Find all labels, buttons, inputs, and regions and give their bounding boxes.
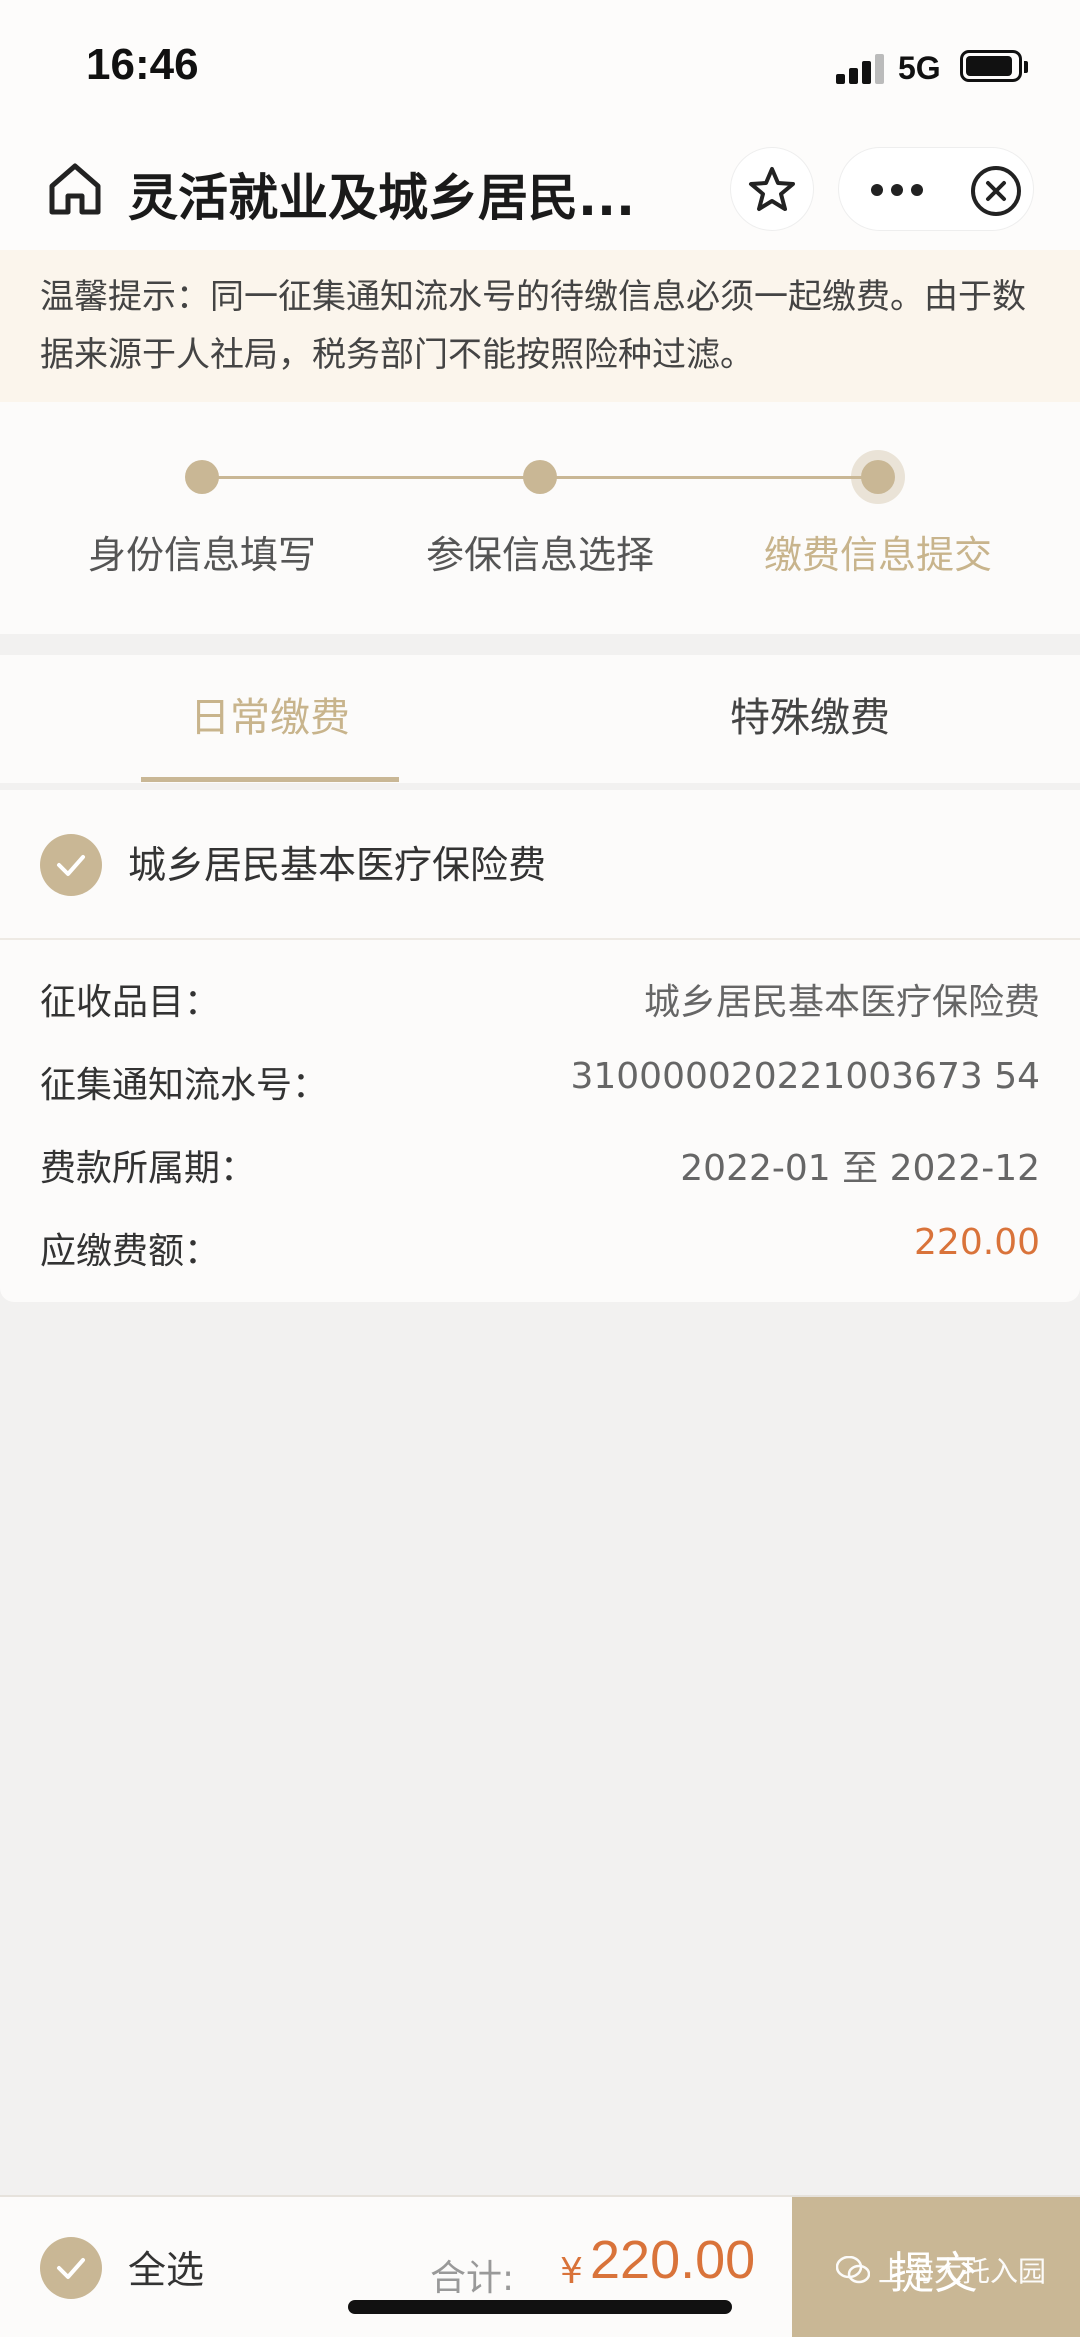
item-checkbox[interactable]: [40, 834, 102, 896]
step-dot-active: [851, 450, 905, 504]
step-label: 身份信息填写: [87, 533, 316, 577]
select-all-label[interactable]: 全选: [128, 2239, 204, 2294]
detail-label: 征集通知流水号：: [40, 1065, 329, 1106]
signal-icon: [836, 52, 884, 84]
watermark: 上海大托入园: [836, 2250, 1046, 2290]
more-icon[interactable]: [869, 174, 925, 206]
status-time: 16:46: [86, 40, 199, 89]
step-connector: [202, 476, 540, 479]
step-dot: [523, 460, 557, 494]
watermark-text: 上海大托入园: [878, 2255, 1047, 2288]
currency-symbol: ¥: [560, 2251, 583, 2292]
star-icon: [749, 167, 795, 211]
network-type: 5G: [898, 50, 941, 86]
detail-row: 应缴费额： 220.00: [40, 1222, 1040, 1282]
page: 16:46 5G 灵活就业及城乡居民... 温馨提示：同一征集通知流水号的待缴信…: [0, 0, 1080, 2337]
home-indicator[interactable]: [348, 2300, 732, 2314]
detail-label: 费款所属期：: [40, 1148, 257, 1189]
detail-row: 征收品目： 城乡居民基本医疗保险费: [40, 973, 1040, 1033]
step-connector: [540, 476, 878, 479]
check-icon: [57, 2258, 85, 2279]
total-amount: 220.00: [590, 2230, 756, 2290]
tab-underline: [141, 777, 399, 782]
item-header[interactable]: 城乡居民基本医疗保险费: [0, 790, 1080, 940]
page-title: 灵活就业及城乡居民...: [128, 169, 635, 227]
close-icon[interactable]: [969, 164, 1023, 218]
nav-bar: 灵活就业及城乡居民...: [0, 130, 1080, 250]
step-label: 参保信息选择: [425, 533, 654, 577]
detail-label: 征收品目：: [40, 982, 221, 1023]
home-icon[interactable]: [44, 158, 106, 220]
menu-capsule: [838, 147, 1034, 231]
step-dot: [185, 460, 219, 494]
select-all-checkbox[interactable]: [40, 2237, 102, 2299]
tab-special-payment[interactable]: 特殊缴费: [540, 685, 1080, 743]
item-details: 征收品目： 城乡居民基本医疗保险费 征集通知流水号： 3100000202210…: [0, 940, 1080, 1302]
detail-value: 城乡居民基本医疗保险费: [643, 982, 1040, 1023]
detail-value: 310000020221003673 54: [570, 1056, 1040, 1097]
status-bar: 16:46 5G: [0, 0, 1080, 130]
progress-steps: 身份信息填写 参保信息选择 缴费信息提交: [0, 402, 1080, 634]
battery-icon: [960, 50, 1028, 82]
detail-label: 应缴费额：: [40, 1231, 221, 1272]
favorite-button[interactable]: [730, 147, 814, 231]
detail-row: 征集通知流水号： 310000020221003673 54: [40, 1056, 1040, 1116]
total-label: 合计:: [430, 2258, 515, 2299]
tab-bar: 日常缴费 特殊缴费: [0, 655, 1080, 783]
detail-value: 2022-01 至 2022-12: [680, 1148, 1040, 1189]
tab-daily-payment[interactable]: 日常缴费: [0, 685, 540, 743]
step-label-active: 缴费信息提交: [763, 533, 992, 577]
wechat-icon: [836, 2256, 870, 2284]
amount-due: 220.00: [914, 1222, 1040, 1263]
detail-row: 费款所属期： 2022-01 至 2022-12: [40, 1139, 1040, 1199]
check-icon: [57, 855, 85, 876]
notice-banner: 温馨提示：同一征集通知流水号的待缴信息必须一起缴费。由于数据来源于人社局，税务部…: [0, 250, 1080, 402]
item-name: 城乡居民基本医疗保险费: [128, 843, 547, 887]
